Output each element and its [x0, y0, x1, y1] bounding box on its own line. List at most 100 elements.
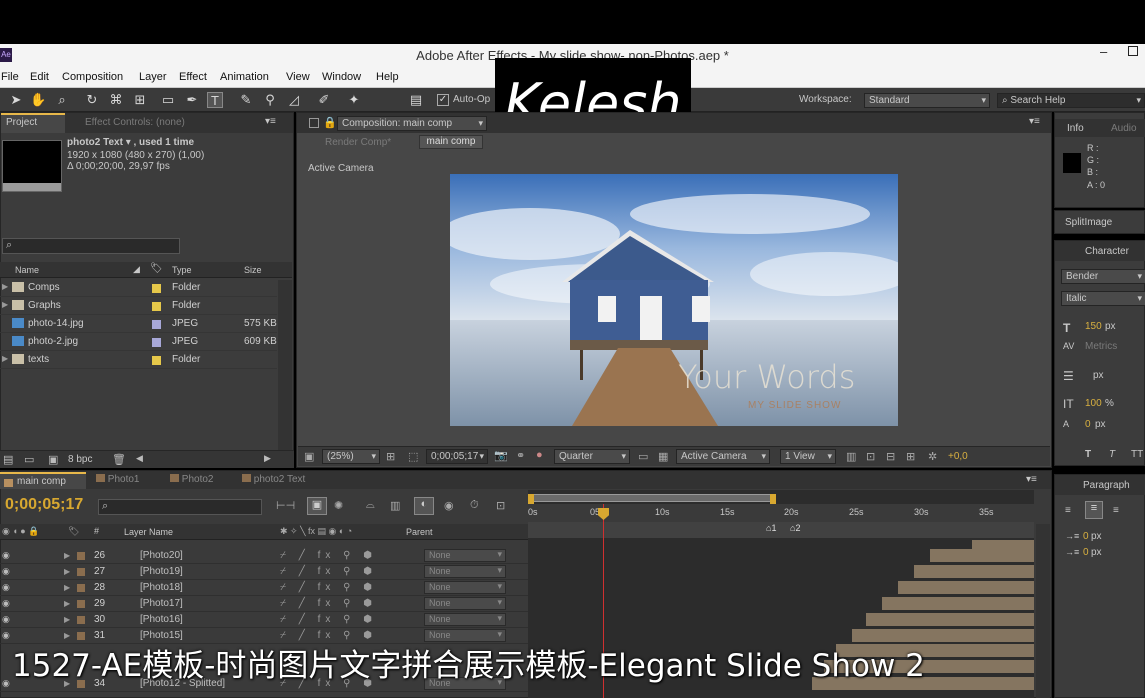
- visibility-eye-icon[interactable]: ◉: [2, 566, 10, 577]
- sort-icon[interactable]: ◢: [133, 264, 140, 275]
- grid-icon[interactable]: ⊞: [386, 450, 395, 463]
- all-caps-icon[interactable]: TT: [1131, 449, 1143, 460]
- zoom-select[interactable]: (25%): [322, 449, 380, 464]
- puppet-tool-icon[interactable]: ✦: [346, 92, 362, 108]
- label-swatch[interactable]: [152, 356, 161, 365]
- layer-switches[interactable]: ⌿ ╱ fx ⚲ ⬢: [280, 550, 377, 561]
- minimize-icon[interactable]: –: [1100, 44, 1107, 59]
- frame-blending-icon[interactable]: ⌓: [366, 499, 375, 512]
- layer-label-swatch[interactable]: [77, 616, 85, 624]
- label-swatch[interactable]: [152, 320, 161, 329]
- layer-label-swatch[interactable]: [77, 568, 85, 576]
- pen-tool-icon[interactable]: ✒: [184, 92, 200, 108]
- fast-draft-icon[interactable]: ⊡: [866, 450, 875, 463]
- align-left-icon[interactable]: ≡: [1065, 505, 1071, 516]
- draft-3d-icon[interactable]: ▣: [307, 497, 327, 515]
- timeline-layer-row[interactable]: ◉ ▶ 28 [Photo18] ⌿ ╱ fx ⚲ ⬢ None: [0, 580, 528, 596]
- live-update-icon[interactable]: ⊡: [496, 499, 505, 512]
- timeline-layer-row[interactable]: ◉ ▶ 26 [Photo20] ⌿ ╱ fx ⚲ ⬢ None: [0, 548, 528, 564]
- layer-switches[interactable]: ⌿ ╱ fx ⚲ ⬢: [280, 582, 377, 593]
- layer-name[interactable]: [Photo16]: [140, 614, 183, 625]
- interpret-footage-icon[interactable]: ▤: [3, 453, 13, 466]
- rectangle-tool-icon[interactable]: ▭: [160, 92, 176, 108]
- kerning-value[interactable]: Metrics: [1085, 341, 1117, 352]
- menu-effect[interactable]: Effect: [179, 71, 207, 83]
- snapshot-icon[interactable]: 📷: [494, 449, 508, 462]
- column-layer-name[interactable]: Layer Name: [124, 527, 173, 537]
- expand-icon[interactable]: ▶: [2, 282, 8, 291]
- toggle-pixel-aspect-icon[interactable]: ▥: [846, 450, 856, 463]
- layer-duration-bar[interactable]: [898, 581, 1034, 594]
- marker-1[interactable]: ⌂1: [766, 523, 776, 533]
- parent-select[interactable]: None: [424, 581, 506, 594]
- project-list-item[interactable]: photo-2.jpg JPEG 609 KB: [0, 333, 277, 351]
- eraser-tool-icon[interactable]: ◿: [286, 92, 302, 108]
- label-swatch[interactable]: [152, 338, 161, 347]
- menu-animation[interactable]: Animation: [220, 71, 269, 83]
- parent-select[interactable]: None: [424, 613, 506, 626]
- auto-open-checkbox[interactable]: ✓: [437, 94, 449, 106]
- comp-lock-toggle-icon[interactable]: 🔒: [323, 116, 337, 129]
- brainstorm-icon[interactable]: ◐: [414, 497, 434, 515]
- column-size[interactable]: Size: [244, 265, 262, 275]
- comp-panel-menu-icon[interactable]: ▾≡: [1029, 116, 1040, 127]
- brush-tool-icon[interactable]: ✎: [238, 92, 254, 108]
- flowchart-icon[interactable]: ⊟: [886, 450, 895, 463]
- exposure-reset-icon[interactable]: ✲: [928, 450, 937, 463]
- expand-layer-icon[interactable]: ▶: [64, 551, 70, 560]
- layer-name[interactable]: [Photo17]: [140, 598, 183, 609]
- faux-italic-icon[interactable]: T: [1109, 449, 1115, 460]
- pan-behind-tool-icon[interactable]: ⊞: [132, 92, 148, 108]
- layer-duration-bar[interactable]: [972, 540, 1034, 553]
- visibility-eye-icon[interactable]: ◉: [2, 614, 10, 625]
- menu-layer[interactable]: Layer: [139, 71, 167, 83]
- resolution-select[interactable]: Quarter: [554, 449, 630, 464]
- indent-first-value[interactable]: 0: [1083, 547, 1089, 558]
- menu-view[interactable]: View: [286, 71, 310, 83]
- new-folder-icon[interactable]: ▭: [24, 453, 34, 466]
- timeline-current-time[interactable]: 0;00;05;17: [5, 496, 83, 514]
- label-column-icon[interactable]: 🏷: [150, 263, 163, 274]
- search-help-input[interactable]: ⌕ Search Help: [997, 93, 1145, 108]
- column-parent[interactable]: Parent: [406, 527, 433, 537]
- menu-file[interactable]: File: [1, 71, 19, 83]
- transparency-grid-icon[interactable]: ▦: [658, 450, 668, 463]
- project-search-input[interactable]: ⌕: [2, 238, 180, 254]
- tab-photo1[interactable]: Photo1: [96, 474, 139, 485]
- expand-icon[interactable]: ▶: [2, 300, 8, 309]
- project-scrollbar[interactable]: [278, 280, 292, 450]
- layer-label-swatch[interactable]: [77, 584, 85, 592]
- work-area-bar[interactable]: [530, 494, 774, 502]
- project-list-item[interactable]: ▶ texts Folder: [0, 351, 277, 369]
- faux-bold-icon[interactable]: T: [1085, 449, 1091, 460]
- align-icon[interactable]: ▤: [408, 92, 424, 108]
- breadcrumb-main-comp[interactable]: main comp: [419, 135, 483, 149]
- menu-window[interactable]: Window: [322, 71, 361, 83]
- parent-select[interactable]: None: [424, 549, 506, 562]
- clone-tool-icon[interactable]: ⚲: [262, 92, 278, 108]
- font-size-value[interactable]: 150: [1085, 321, 1102, 332]
- graph-editor-icon[interactable]: ◉: [444, 499, 454, 512]
- layer-label-swatch[interactable]: [77, 600, 85, 608]
- composition-tab-select[interactable]: Composition: main comp: [337, 116, 487, 131]
- show-snapshot-icon[interactable]: ⚭: [516, 449, 525, 462]
- column-name[interactable]: Name: [15, 265, 39, 275]
- layer-duration-bar[interactable]: [866, 613, 1034, 626]
- tab-info[interactable]: Info: [1067, 123, 1084, 134]
- current-time-field[interactable]: 0;00;05;17: [426, 449, 488, 464]
- layer-name[interactable]: [Photo20]: [140, 550, 183, 561]
- auto-keyframe-icon[interactable]: ⏱: [470, 499, 479, 512]
- motion-blur-icon[interactable]: ▥: [390, 499, 400, 512]
- expand-layer-icon[interactable]: ▶: [64, 567, 70, 576]
- region-icon[interactable]: ⬚: [408, 450, 418, 463]
- camera-tool-icon[interactable]: ⌘: [108, 92, 124, 108]
- tab-paragraph[interactable]: Paragraph: [1083, 480, 1130, 491]
- tab-photo2-text[interactable]: photo2 Text: [242, 474, 305, 485]
- always-preview-icon[interactable]: ▣: [304, 450, 314, 463]
- timeline-layer-row[interactable]: ◉ ▶ 27 [Photo19] ⌿ ╱ fx ⚲ ⬢ None: [0, 564, 528, 580]
- baseline-value[interactable]: 0: [1085, 419, 1091, 430]
- expand-layer-icon[interactable]: ▶: [64, 599, 70, 608]
- menu-help[interactable]: Help: [376, 71, 399, 83]
- layer-name[interactable]: [Photo18]: [140, 582, 183, 593]
- roto-brush-icon[interactable]: ✐: [316, 92, 332, 108]
